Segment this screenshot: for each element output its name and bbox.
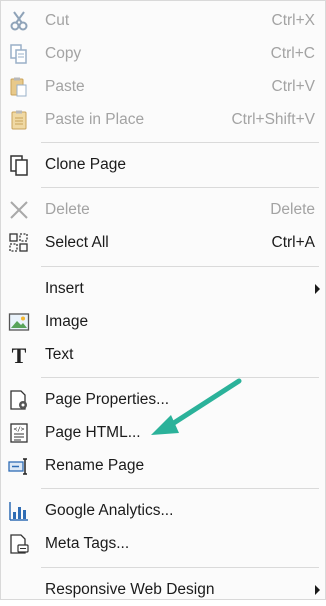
submenu-arrow-icon [315,584,320,595]
menu-item-label: Page Properties... [45,390,170,408]
menu-item-shortcut: Delete [270,200,315,218]
rename-icon [7,454,31,478]
menu-item-image[interactable]: Image [1,305,325,338]
menu-separator [41,567,319,568]
paste-icon [7,75,31,99]
menu-separator [41,187,319,188]
menu-item-label: Rename Page [45,456,145,474]
menu-item-shortcut: Ctrl+A [271,233,316,251]
menu-item-paste[interactable]: Paste Ctrl+V [1,70,325,103]
context-menu: Cut Ctrl+X Copy Ctrl+C Paste Ctrl+V Past… [0,0,326,600]
menu-item-page-properties[interactable]: Page Properties... [1,383,325,416]
menu-item-shortcut: Ctrl+V [271,77,316,95]
menu-item-label: Cut [45,11,70,29]
paste-in-place-icon [7,108,31,132]
text-t-icon: T [7,343,31,367]
analytics-chart-icon [7,499,31,523]
menu-item-shortcut: Ctrl+C [270,44,315,62]
image-icon [7,310,31,334]
menu-item-shortcut: Ctrl+Shift+V [231,110,315,128]
menu-item-label: Clone Page [45,155,127,173]
menu-item-delete[interactable]: Delete Delete [1,193,325,226]
submenu-arrow-icon [315,283,320,294]
menu-item-label: Delete [45,200,90,218]
menu-separator [41,377,319,378]
menu-item-label: Text [45,345,74,363]
svg-text:</>: </> [14,426,25,433]
menu-item-label: Copy [45,44,82,62]
clone-icon [7,153,31,177]
menu-item-cut[interactable]: Cut Ctrl+X [1,4,325,37]
menu-item-label: Insert [45,279,84,297]
menu-separator [41,488,319,489]
menu-separator [41,142,319,143]
menu-item-label: Responsive Web Design [45,580,215,598]
menu-item-select-all[interactable]: Select All Ctrl+A [1,226,325,259]
menu-item-clone-page[interactable]: Clone Page [1,148,325,181]
scissors-icon [7,9,31,33]
menu-item-label: Meta Tags... [45,534,130,552]
menu-item-paste-in-place[interactable]: Paste in Place Ctrl+Shift+V [1,103,325,136]
select-all-icon [7,231,31,255]
menu-item-label: Page HTML... [45,423,141,441]
menu-item-label: Paste in Place [45,110,145,128]
page-html-icon: </> [7,421,31,445]
menu-item-rename-page[interactable]: Rename Page [1,449,325,482]
menu-item-meta-tags[interactable]: Meta Tags... [1,527,325,560]
menu-item-text[interactable]: T Text [1,338,325,371]
menu-item-label: Paste [45,77,85,95]
menu-item-shortcut: Ctrl+X [271,11,316,29]
menu-item-label: Select All [45,233,109,251]
page-properties-icon [7,388,31,412]
menu-item-label: Image [45,312,89,330]
delete-x-icon [7,198,31,222]
menu-item-responsive-web-design[interactable]: Responsive Web Design [1,573,325,606]
menu-item-copy[interactable]: Copy Ctrl+C [1,37,325,70]
copy-icon [7,42,31,66]
meta-tags-icon [7,532,31,556]
menu-item-google-analytics[interactable]: Google Analytics... [1,494,325,527]
menu-separator [41,266,319,267]
menu-item-page-html[interactable]: </> Page HTML... [1,416,325,449]
menu-item-insert[interactable]: Insert [1,272,325,305]
menu-item-label: Google Analytics... [45,501,174,519]
svg-text:T: T [12,344,27,366]
